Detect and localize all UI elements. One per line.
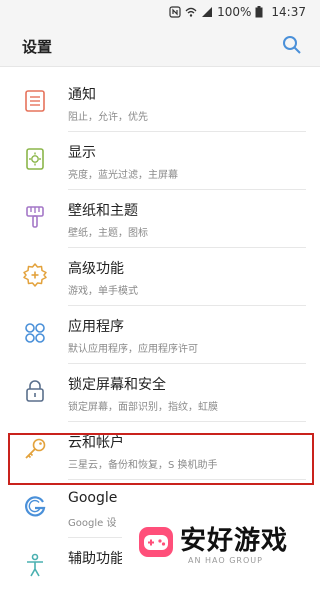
notification-icon [22,88,48,114]
setting-title: 显示 [68,145,96,161]
setting-item-display[interactable]: 显示 亮度，蓝光过滤，主屏幕 [0,132,320,190]
highlight-box [8,433,314,485]
google-icon [22,494,48,520]
battery-icon [255,6,267,18]
signal-icon [201,6,213,18]
nfc-icon [169,6,181,18]
app-bar: 设置 [0,24,320,67]
setting-subtitle: 游戏，单手模式 [68,286,138,297]
battery-percent: 100% [217,5,252,19]
page-title: 设置 [22,38,53,56]
setting-title: 通知 [68,87,96,103]
setting-item-wallpaper-theme[interactable]: 壁纸和主题 壁纸，主题，图标 [0,190,320,248]
watermark-subtext: AN HAO GROUP [188,556,263,565]
setting-subtitle: 默认应用程序，应用程序许可 [68,344,198,355]
setting-subtitle: 壁纸，主题，图标 [68,228,148,239]
setting-title: 辅助功能 [68,551,124,567]
setting-title: 高级功能 [68,261,124,277]
search-button[interactable] [282,35,302,55]
status-time: 14:37 [271,5,306,19]
search-icon [283,36,301,54]
setting-item-apps[interactable]: 应用程序 默认应用程序，应用程序许可 [0,306,320,364]
gamepad-logo-icon [138,524,174,560]
lock-icon [22,378,48,404]
settings-list: 通知 阻止，允许，优先 显示 亮度，蓝光过滤，主屏幕 壁纸和主题 壁纸，主题，图… [0,66,320,577]
accessibility-icon [22,552,48,578]
watermark-brand: 安好游戏 [180,526,289,556]
setting-title: Google [68,490,118,506]
setting-subtitle: Google 设 [68,518,117,529]
setting-subtitle: 锁定屏幕，面部识别，指纹，虹膜 [68,402,218,413]
setting-item-notifications[interactable]: 通知 阻止，允许，优先 [0,74,320,132]
setting-title: 锁定屏幕和安全 [68,377,166,393]
setting-subtitle: 亮度，蓝光过滤，主屏幕 [68,170,178,181]
wifi-icon [185,6,197,18]
setting-title: 应用程序 [68,319,124,335]
apps-icon [22,320,48,346]
status-bar: 100% 14:37 [0,0,320,24]
setting-item-advanced[interactable]: 高级功能 游戏，单手模式 [0,248,320,306]
gear-plus-icon [22,262,48,288]
watermark-logo: 安好游戏 AN HAO GROUP [122,514,320,570]
display-icon [22,146,48,172]
status-icons: 100% 14:37 [169,5,306,19]
setting-subtitle: 阻止，允许，优先 [68,112,148,123]
setting-item-lock-security[interactable]: 锁定屏幕和安全 锁定屏幕，面部识别，指纹，虹膜 [0,364,320,422]
theme-brush-icon [22,204,48,230]
setting-title: 壁纸和主题 [68,203,138,219]
